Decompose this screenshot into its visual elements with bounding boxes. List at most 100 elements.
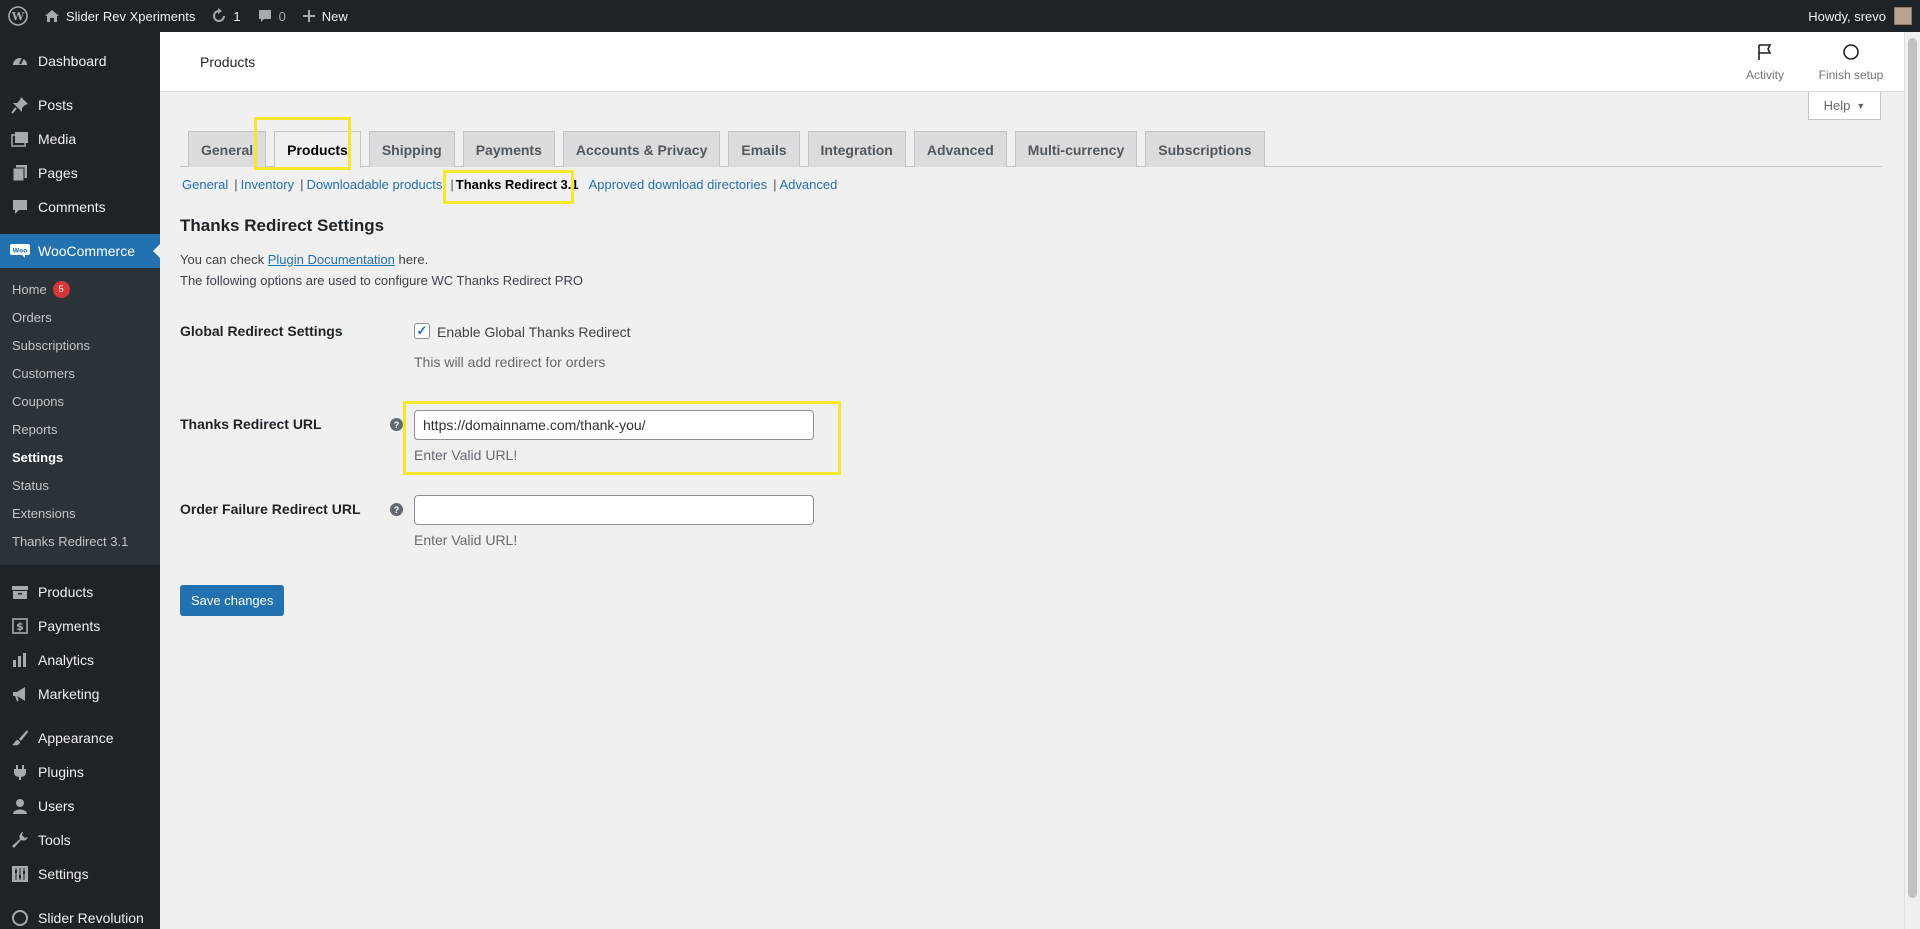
sidebar-item-posts[interactable]: Posts [0, 88, 160, 122]
submenu-item-reports[interactable]: Reports [0, 415, 160, 443]
help-label: Help [1823, 98, 1851, 113]
submenu-item-label: Orders [12, 309, 52, 325]
sidebar-item-label: Marketing [38, 686, 100, 702]
sidebar-item-label: Analytics [38, 652, 95, 668]
section-link-approved-directories[interactable]: Approved download directories [589, 177, 768, 192]
woocommerce-icon: Woo [10, 241, 30, 261]
section-link-advanced[interactable]: Advanced [780, 177, 838, 192]
sidebar-item-marketing[interactable]: Marketing [0, 677, 160, 711]
submenu-item-label: Customers [12, 365, 75, 381]
submenu-item-settings[interactable]: Settings [0, 443, 160, 471]
enable-global-redirect-checkbox[interactable]: ✓ [414, 323, 430, 339]
my-account-menu[interactable]: Howdy, srevo [1808, 7, 1920, 25]
sidebar-item-analytics[interactable]: Analytics [0, 643, 160, 677]
plugin-documentation-link[interactable]: Plugin Documentation [268, 252, 395, 267]
sidebar-item-products[interactable]: Products [0, 575, 160, 609]
sidebar-item-dashboard[interactable]: Dashboard [0, 44, 160, 78]
activity-button[interactable]: Activity [1722, 32, 1808, 92]
sidebar-item-slider-revolution[interactable]: Slider Revolution [0, 901, 160, 929]
new-content-link[interactable]: New [294, 0, 356, 32]
enable-global-redirect-label[interactable]: Enable Global Thanks Redirect [437, 324, 631, 340]
submenu-item-orders[interactable]: Orders [0, 303, 160, 331]
tab-payments[interactable]: Payments [462, 131, 555, 167]
scrollbar-thumb[interactable] [1908, 38, 1917, 898]
submenu-item-customers[interactable]: Customers [0, 359, 160, 387]
section-link-downloadable[interactable]: Downloadable products [307, 177, 443, 192]
caret-down-icon: ▼ [1856, 100, 1866, 111]
help-button[interactable]: Help ▼ [1808, 92, 1881, 120]
section-link-general[interactable]: General [182, 177, 228, 192]
sidebar-item-label: Media [38, 131, 77, 147]
tab-accounts-privacy[interactable]: Accounts & Privacy [562, 131, 721, 167]
sidebar-item-label: Products [38, 584, 94, 600]
submenu-item-extensions[interactable]: Extensions [0, 499, 160, 527]
new-label: New [321, 8, 348, 24]
sidebar-item-label: WooCommerce [38, 243, 135, 259]
submenu-item-subscriptions[interactable]: Subscriptions [0, 331, 160, 359]
avatar [1894, 7, 1912, 25]
sidebar-item-label: Pages [38, 165, 78, 181]
global-redirect-label: Global Redirect Settings [180, 323, 343, 339]
slider-revolution-icon [10, 908, 30, 928]
doc-suffix: here. [398, 252, 429, 267]
howdy-text: Howdy, srevo [1808, 8, 1886, 24]
flag-icon [1756, 43, 1774, 64]
sidebar-item-label: Appearance [38, 730, 114, 746]
wordpress-logo-icon: W [8, 6, 28, 26]
wrench-icon [10, 830, 30, 850]
submenu-item-thanks-redirect[interactable]: Thanks Redirect 3.1 [0, 527, 160, 555]
archive-icon [10, 582, 30, 602]
submenu-item-home[interactable]: Home 5 [0, 275, 160, 303]
submenu-item-label: Thanks Redirect 3.1 [12, 533, 129, 549]
submenu-item-label: Extensions [12, 505, 76, 521]
wordpress-logo-menu[interactable]: W [0, 0, 36, 32]
finish-setup-button[interactable]: Finish setup [1808, 32, 1894, 92]
submenu-item-status[interactable]: Status [0, 471, 160, 499]
save-changes-button[interactable]: Save changes [180, 585, 285, 616]
sidebar-item-settings[interactable]: Settings [0, 857, 160, 891]
tab-shipping[interactable]: Shipping [368, 131, 455, 167]
dashboard-icon [10, 51, 30, 71]
tab-emails[interactable]: Emails [728, 131, 800, 167]
site-name-link[interactable]: Slider Rev Xperiments [36, 0, 203, 32]
tab-subscriptions[interactable]: Subscriptions [1145, 131, 1265, 167]
sidebar-item-woocommerce[interactable]: Woo WooCommerce [0, 234, 160, 268]
highlight-thanks-redirect-link [443, 170, 574, 204]
section-link-inventory[interactable]: Inventory [241, 177, 294, 192]
user-icon [10, 796, 30, 816]
settings-tabs: General Products Shipping Payments Accou… [180, 131, 1882, 168]
submenu-item-coupons[interactable]: Coupons [0, 387, 160, 415]
woocommerce-header: Products Activity Finish setup [160, 32, 1904, 92]
refresh-icon [211, 8, 227, 24]
help-tip-icon[interactable]: ? [390, 503, 403, 516]
tab-multi-currency[interactable]: Multi-currency [1014, 131, 1138, 167]
pin-icon [10, 95, 30, 115]
updates-link[interactable]: 1 [203, 0, 248, 32]
pages-icon [10, 163, 30, 183]
help-tip-icon[interactable]: ? [390, 418, 403, 431]
comments-count: 0 [278, 8, 286, 24]
thanks-url-label: Thanks Redirect URL [180, 416, 322, 432]
sidebar-item-appearance[interactable]: Appearance [0, 721, 160, 755]
tab-integration[interactable]: Integration [807, 131, 906, 167]
separator: | [773, 177, 777, 192]
tab-advanced[interactable]: Advanced [913, 131, 1007, 167]
plugin-icon [10, 762, 30, 782]
home-icon [44, 8, 60, 24]
failure-redirect-url-input[interactable] [414, 495, 814, 525]
submenu-item-label: Home [12, 281, 47, 297]
sidebar-item-users[interactable]: Users [0, 789, 160, 823]
sidebar-item-plugins[interactable]: Plugins [0, 755, 160, 789]
sidebar-item-pages[interactable]: Pages [0, 156, 160, 190]
sidebar-item-payments[interactable]: $ Payments [0, 609, 160, 643]
admin-bar: W Slider Rev Xperiments 1 0 New Howdy, s… [0, 0, 1920, 32]
sidebar-item-media[interactable]: Media [0, 122, 160, 156]
highlight-products-tab [254, 117, 351, 170]
sidebar-item-tools[interactable]: Tools [0, 823, 160, 857]
sidebar-item-comments[interactable]: Comments [0, 190, 160, 224]
dollar-icon: $ [10, 616, 30, 636]
comments-link[interactable]: 0 [249, 0, 294, 32]
progress-circle-icon [1842, 43, 1860, 64]
sidebar-item-label: Slider Revolution [38, 910, 144, 926]
page-scrollbar[interactable] [1904, 32, 1920, 929]
